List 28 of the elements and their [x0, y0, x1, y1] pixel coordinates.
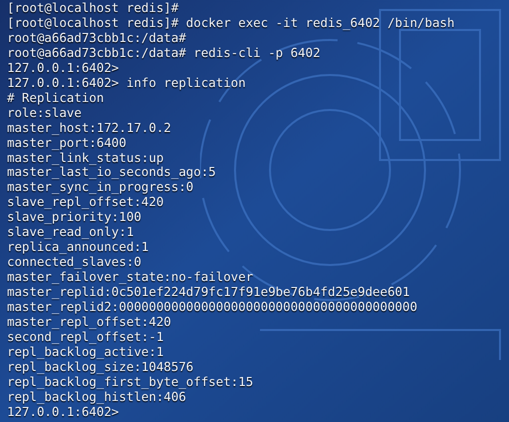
terminal-line: slave_repl_offset:420: [7, 195, 164, 210]
terminal-line: second_repl_offset:-1: [7, 330, 164, 345]
terminal-line: repl_backlog_histlen:406: [7, 390, 186, 405]
terminal-line: master_link_status:up: [7, 150, 164, 166]
terminal-line: repl_backlog_first_byte_offset:15: [7, 374, 254, 390]
terminal-line: master_failover_state:no-failover: [7, 270, 254, 286]
terminal-line: master_replid2:0000000000000000000000000000000000000000: [7, 300, 418, 316]
terminal-line: slave_priority:100: [7, 210, 142, 226]
terminal-line: # Replication: [7, 90, 104, 106]
terminal-line: master_port:6400: [7, 136, 126, 151]
terminal-line: [root@localhost redis]# docker exec -it redis_6402 /bin/bash: [7, 16, 455, 31]
terminal-line: connected_slaves:0: [7, 255, 142, 270]
terminal-line: slave_read_only:1: [7, 225, 134, 240]
terminal-line: repl_backlog_active:1: [7, 344, 164, 360]
terminal-line: master_repl_offset:420: [7, 315, 172, 330]
terminal-line: 127.0.0.1:6402>: [7, 60, 119, 76]
terminal-line: root@a66ad73cbb1c:/data#: [7, 30, 186, 46]
terminal-line: master_host:172.17.0.2: [7, 120, 172, 136]
terminal-line: repl_backlog_size:1048576: [7, 360, 194, 375]
terminal-line: master_sync_in_progress:0: [7, 180, 194, 196]
terminal-line: [root@localhost redis]#: [7, 1, 179, 16]
terminal-line: replica_announced:1: [7, 240, 149, 256]
terminal-line: 127.0.0.1:6402>: [7, 404, 119, 420]
terminal-line: root@a66ad73cbb1c:/data# redis-cli -p 6402: [7, 46, 320, 61]
terminal-line: 127.0.0.1:6402> info replication: [7, 76, 246, 91]
terminal-line: master_last_io_seconds_ago:5: [7, 165, 216, 180]
terminal-line: master_replid:0c501ef224d79fc17f91e9be76b4fd25e9dee601: [7, 285, 410, 300]
terminal-line: role:slave: [7, 106, 82, 121]
